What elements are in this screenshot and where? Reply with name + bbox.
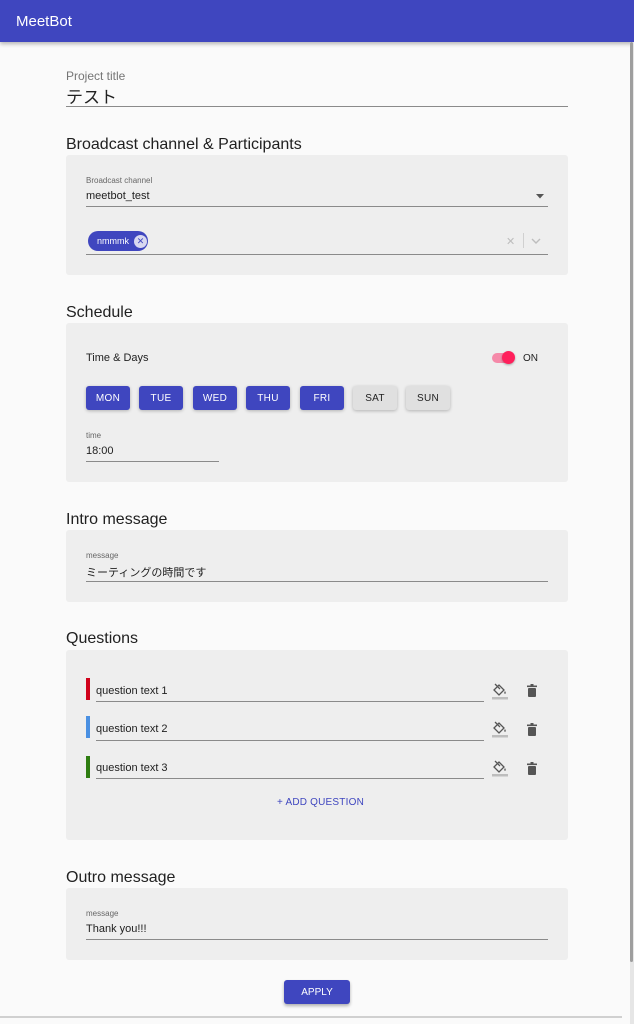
questions-section-title: Questions [66,630,139,647]
outro-message-underline [86,939,548,940]
time-days-label: Time & Days [86,352,149,364]
select-divider [523,233,524,248]
outro-message-label: message [86,909,119,918]
scrollbar-thumb[interactable] [630,42,633,962]
question-input-3[interactable]: question text 3 [96,762,168,774]
outro-section-title: Outro message [66,869,176,886]
project-title-underline [66,106,568,107]
participant-chip[interactable]: nmmmk ✕ [88,231,148,251]
question-input-1[interactable]: question text 1 [96,685,168,697]
toggle-thumb[interactable] [502,351,515,364]
paint-bucket-icon[interactable] [492,682,508,700]
delete-icon[interactable] [527,762,537,775]
project-title-label: Project title [66,69,126,83]
day-button-mon[interactable]: MON [86,386,130,410]
paint-bucket-icon[interactable] [492,720,508,738]
day-button-tue[interactable]: TUE [139,386,183,410]
question-underline-3 [96,778,484,779]
apply-button[interactable]: APPLY [284,980,350,1004]
participant-chip-label: nmmmk [97,236,129,246]
broadcast-channel-select[interactable]: meetbot_test [86,190,150,202]
question-underline-1 [96,701,484,702]
project-title-input[interactable]: テスト [66,83,117,108]
chip-remove-icon[interactable]: ✕ [134,234,147,248]
participants-underline [86,254,548,255]
time-underline [86,461,219,462]
add-question-button[interactable]: + ADD QUESTION [277,797,364,808]
app-bar: MeetBot [0,0,634,42]
delete-icon[interactable] [527,723,537,736]
question-color-bar [86,756,90,778]
questions-card [66,650,568,840]
day-button-sun[interactable]: SUN [406,386,450,410]
day-button-fri[interactable]: FRI [300,386,344,410]
broadcast-channel-label: Broadcast channel [86,176,153,185]
time-label: time [86,431,102,440]
intro-section-title: Intro message [66,511,168,528]
schedule-section-title: Schedule [66,304,133,321]
clear-icon[interactable]: ✕ [506,235,515,248]
schedule-toggle[interactable] [490,350,518,366]
question-underline-2 [96,740,484,741]
dropdown-arrow-icon[interactable] [536,194,544,199]
outro-message-input[interactable]: Thank you!!! [86,923,147,935]
intro-message-underline [86,581,548,582]
delete-icon[interactable] [527,684,537,697]
broadcast-section-title: Broadcast channel & Participants [66,136,302,153]
day-button-thu[interactable]: THU [246,386,290,410]
intro-message-input[interactable]: ミーティングの時間です [86,564,206,580]
question-color-bar [86,716,90,738]
bottom-divider [0,1016,622,1018]
paint-bucket-icon[interactable] [492,759,508,777]
time-input[interactable]: 18:00 [86,445,114,457]
app-title: MeetBot [16,12,72,30]
toggle-label: ON [523,353,538,364]
day-button-sat[interactable]: SAT [353,386,397,410]
intro-message-label: message [86,551,119,560]
question-input-2[interactable]: question text 2 [96,723,168,735]
scrollbar[interactable] [630,42,634,1024]
question-color-bar [86,678,90,700]
day-button-wed[interactable]: WED [193,386,237,410]
chevron-down-icon[interactable] [531,238,541,244]
broadcast-channel-underline [86,206,548,207]
broadcast-card [66,155,568,275]
